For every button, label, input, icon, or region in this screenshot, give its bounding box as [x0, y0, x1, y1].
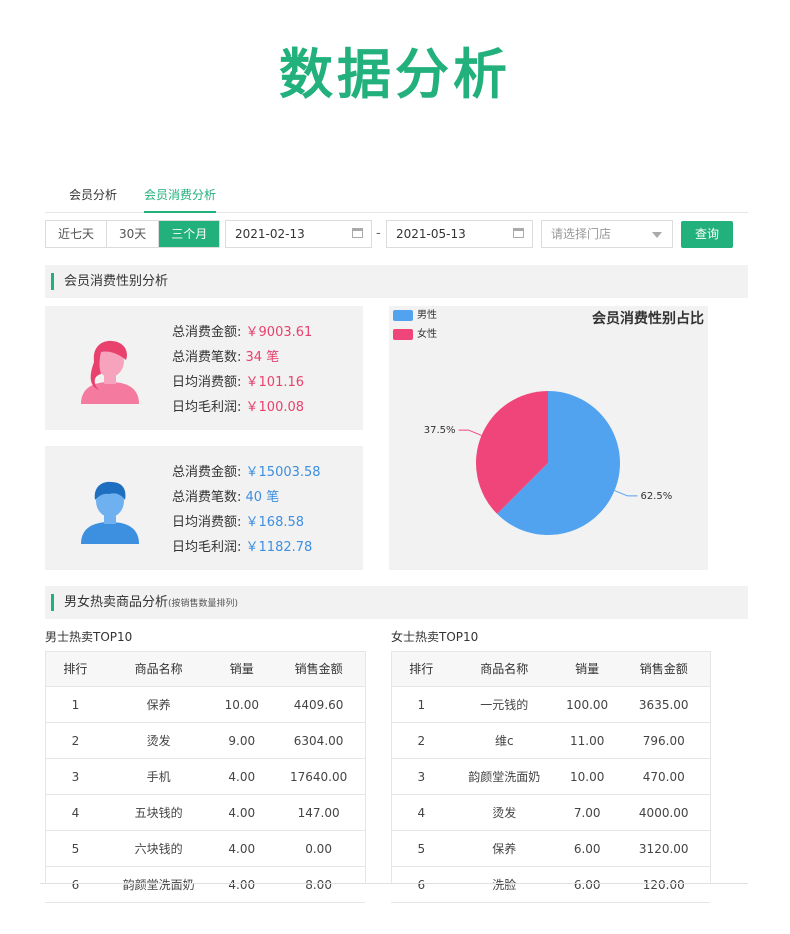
female-avatar-icon — [81, 340, 139, 404]
date-from-input[interactable]: 2021-02-13 — [225, 220, 372, 248]
female-stats-list: 总消费金额: ￥9003.61 总消费笔数: 34 笔 日均消费额: ￥101.… — [172, 320, 312, 420]
store-select[interactable]: 请选择门店 — [541, 220, 673, 248]
stat-label: 总消费笔数: — [172, 350, 242, 365]
male-stats-list: 总消费金额: ￥15003.58 总消费笔数: 40 笔 日均消费额: ￥168… — [172, 460, 321, 560]
range-3-months-button[interactable]: 三个月 — [159, 221, 220, 247]
section-title: 会员消费性别分析 — [64, 274, 169, 289]
pie-label-line — [458, 429, 482, 436]
stat-label: 日均消费额: — [172, 375, 242, 390]
stat-value: ￥168.58 — [245, 515, 305, 530]
section-title: 男女热卖商品分析(按销售数量排列) — [64, 586, 238, 621]
stat-value: ￥9003.61 — [245, 325, 313, 340]
pie-percent-label: 37.5% — [424, 425, 456, 436]
calendar-icon[interactable] — [513, 228, 524, 238]
female-top10-title: 女士热卖TOP10 — [391, 630, 479, 644]
female-table-border — [391, 651, 711, 884]
male-top10-title: 男士热卖TOP10 — [45, 630, 133, 644]
section-marker — [51, 273, 54, 290]
tab-member-consumption[interactable]: 会员消费分析 — [144, 180, 217, 213]
stat-value: ￥100.08 — [245, 400, 305, 415]
gender-pie-chart: 男性 女性 会员消费性别占比 62.5% 37.5% — [389, 306, 708, 570]
stat-label: 总消费笔数: — [172, 490, 242, 505]
range-30-days-button[interactable]: 30天 — [107, 221, 160, 247]
tab-member-analysis[interactable]: 会员分析 — [69, 180, 117, 211]
stat-label: 日均毛利润: — [172, 400, 242, 415]
pie-svg: 62.5% 37.5% — [424, 391, 672, 535]
divider — [40, 883, 748, 884]
section-title-note: (按销售数量排列) — [168, 599, 239, 609]
male-avatar-icon — [81, 481, 139, 544]
pie-percent-label: 62.5% — [640, 491, 672, 502]
pie-label-line — [614, 490, 638, 497]
stat-value: ￥15003.58 — [245, 465, 321, 480]
chevron-down-icon — [652, 232, 662, 238]
section-marker — [51, 594, 54, 611]
range-selector: 近七天 30天 三个月 — [45, 220, 221, 248]
section-header-hot-products: 男女热卖商品分析(按销售数量排列) — [45, 586, 748, 619]
stat-value: ￥1182.78 — [245, 540, 313, 555]
store-select-placeholder: 请选择门店 — [551, 227, 612, 241]
date-to-value: 2021-05-13 — [396, 227, 466, 241]
date-to-input[interactable]: 2021-05-13 — [386, 220, 533, 248]
stat-label: 日均消费额: — [172, 515, 242, 530]
stat-label: 总消费金额: — [172, 325, 242, 340]
stat-label: 总消费金额: — [172, 465, 242, 480]
section-header-gender: 会员消费性别分析 — [45, 265, 748, 298]
range-7-days-button[interactable]: 近七天 — [46, 221, 108, 247]
stat-value: ￥101.16 — [245, 375, 305, 390]
tab-bar: 会员分析 会员消费分析 — [45, 180, 748, 213]
stat-label: 日均毛利润: — [172, 540, 242, 555]
date-separator: - — [376, 226, 381, 241]
male-table-border — [45, 651, 366, 884]
stat-value: 40 笔 — [245, 490, 280, 505]
query-button[interactable]: 查询 — [681, 221, 733, 248]
calendar-icon[interactable] — [352, 228, 363, 238]
date-from-value: 2021-02-13 — [235, 227, 305, 241]
stat-value: 34 笔 — [245, 350, 280, 365]
female-stats-card: 总消费金额: ￥9003.61 总消费笔数: 34 笔 日均消费额: ￥101.… — [45, 306, 363, 430]
page-hero-title: 数据分析 — [279, 43, 511, 106]
male-stats-card: 总消费金额: ￥15003.58 总消费笔数: 40 笔 日均消费额: ￥168… — [45, 446, 363, 570]
section-title-main: 男女热卖商品分析 — [64, 595, 169, 610]
